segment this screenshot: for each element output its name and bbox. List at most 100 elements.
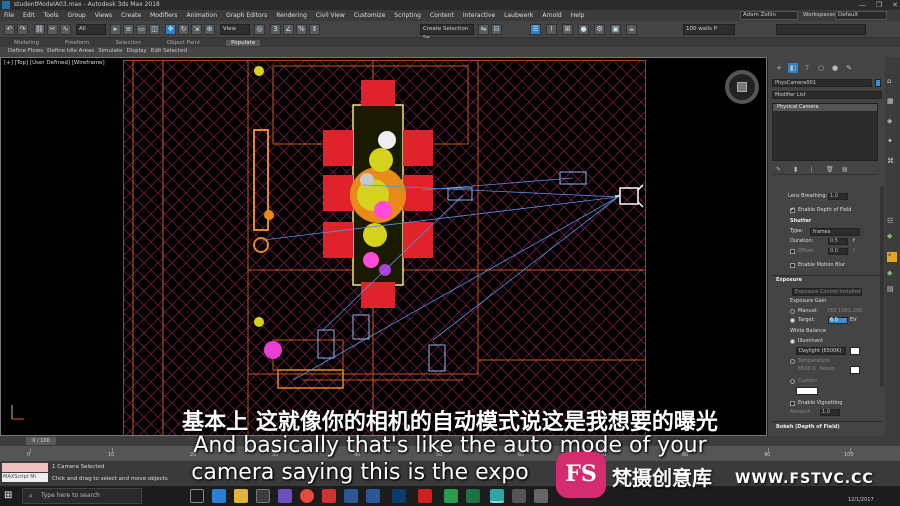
spinner-snap-icon[interactable]: ⇕ (309, 24, 320, 35)
duration-spinner[interactable]: 0.5 (828, 238, 848, 245)
stack-item-physical-camera[interactable]: Physical Camera (773, 104, 877, 111)
menu-file[interactable]: File (4, 12, 14, 19)
shutter-type-dropdown[interactable]: frames (810, 228, 860, 236)
snap-toggle-icon[interactable]: 3 (270, 24, 281, 35)
lens-breathing-spinner[interactable]: 1.0 (828, 193, 848, 200)
menu-customize[interactable]: Customize (354, 12, 386, 19)
close-button[interactable]: ✕ (892, 0, 898, 10)
strip-tool-1-icon[interactable]: ⌂ (887, 77, 897, 87)
modifier-stack[interactable]: Physical Camera (772, 103, 878, 161)
select-rotate-icon[interactable]: ↻ (178, 24, 189, 35)
minimize-button[interactable]: — (859, 0, 866, 10)
target-radio[interactable] (790, 318, 795, 323)
angle-snap-icon[interactable]: ∠ (283, 24, 294, 35)
modifier-list-dropdown[interactable]: Modifier List (772, 91, 882, 99)
ribbon-simulate[interactable]: Simulate (98, 47, 122, 56)
strip-tool-8-icon[interactable]: ✧ (887, 252, 897, 262)
task-view-icon[interactable] (190, 489, 204, 503)
strip-tool-3-icon[interactable]: ◈ (887, 117, 897, 127)
select-by-name-icon[interactable]: ≡ (123, 24, 134, 35)
menu-edit[interactable]: Edit (23, 12, 35, 19)
scene-explorer-icon[interactable]: ☰ (530, 24, 541, 35)
render-production-icon[interactable]: ☕ (626, 24, 637, 35)
illuminant-color-swatch[interactable] (850, 347, 860, 355)
remove-modifier-icon[interactable]: 🗑 (826, 166, 834, 173)
exposure-rollout-header[interactable]: Exposure (776, 277, 802, 284)
manual-radio[interactable] (790, 309, 795, 314)
window-crossing-icon[interactable]: ◫ (149, 24, 160, 35)
curve-editor-icon[interactable]: ⌇ (546, 24, 557, 35)
select-move-icon[interactable]: ✥ (165, 24, 176, 35)
ribbon-define-flows[interactable]: Define Flows (8, 47, 43, 56)
temperature-radio[interactable] (790, 359, 795, 364)
illuminant-radio[interactable] (790, 339, 795, 344)
select-place-icon[interactable]: ⊕ (204, 24, 215, 35)
custom-color-swatch[interactable] (796, 387, 818, 395)
strip-tool-2-icon[interactable]: ▦ (887, 97, 897, 107)
tab-modeling[interactable]: Modeling (14, 40, 39, 46)
object-name-field[interactable]: PhysCamera001 (772, 79, 872, 87)
pin-stack-icon[interactable]: ✎ (776, 166, 781, 173)
walls-field[interactable]: 100 walls P (683, 24, 735, 35)
bind-space-warp-icon[interactable]: ∿ (60, 24, 71, 35)
tab-populate[interactable]: Populate (226, 39, 261, 46)
strip-tool-6-icon[interactable]: ☷ (887, 217, 897, 227)
excel-icon[interactable] (466, 489, 480, 503)
rect-selection-icon[interactable]: ▭ (136, 24, 147, 35)
render-setup-icon[interactable]: ⚙ (594, 24, 605, 35)
select-scale-icon[interactable]: ⇲ (191, 24, 202, 35)
utilities-tab-icon[interactable]: ✎ (844, 63, 854, 73)
schematic-view-icon[interactable]: ⊞ (562, 24, 573, 35)
menu-content[interactable]: Content (430, 12, 454, 19)
unlink-icon[interactable]: ✂ (47, 24, 58, 35)
mirror-icon[interactable]: ⇋ (478, 24, 489, 35)
pivot-center-icon[interactable]: ◎ (254, 24, 265, 35)
selection-filter-dropdown[interactable]: All (76, 24, 106, 35)
named-selection-dropdown[interactable]: Create Selection Se (420, 24, 474, 41)
toolbar-empty-field[interactable] (776, 24, 866, 35)
ribbon-display[interactable]: Display (126, 47, 146, 56)
photoshop-icon[interactable] (392, 489, 406, 503)
target-ev-spinner[interactable]: 6.0 (828, 317, 848, 324)
top-viewport[interactable]: [+] [Top] [User Defined] [Wireframe] (0, 57, 767, 436)
align-icon[interactable]: ⊟ (491, 24, 502, 35)
enable-motion-blur-checkbox[interactable] (790, 263, 795, 268)
redo-icon[interactable]: ↷ (17, 24, 28, 35)
menu-animation[interactable]: Animation (186, 12, 217, 19)
configure-sets-icon[interactable]: ▤ (842, 166, 848, 173)
exposure-control-installed-button[interactable]: Exposure Control Installed (792, 288, 862, 296)
viewport-label[interactable]: [+] [Top] [User Defined] [Wireframe] (4, 60, 105, 66)
menu-scripting[interactable]: Scripting (394, 12, 421, 19)
select-object-icon[interactable]: ▸ (110, 24, 121, 35)
ribbon-define-idle-areas[interactable]: Define Idle Areas (47, 47, 94, 56)
offset-spinner[interactable]: 0.0 (828, 248, 848, 255)
app-icon-3[interactable] (366, 489, 380, 503)
viewcube-icon[interactable] (725, 70, 759, 104)
windows-start-icon[interactable]: ⊞ (4, 490, 16, 502)
strip-tool-10-icon[interactable]: ▤ (887, 285, 897, 295)
menu-laubwerk[interactable]: Laubwerk (504, 12, 533, 19)
menu-create[interactable]: Create (121, 12, 141, 19)
material-editor-icon[interactable]: ● (578, 24, 589, 35)
app-icon-1[interactable] (278, 489, 292, 503)
menu-group[interactable]: Group (67, 12, 85, 19)
app-icon-5[interactable] (444, 489, 458, 503)
wireframe-scene[interactable] (123, 60, 646, 436)
chrome-icon[interactable] (300, 489, 314, 503)
create-tab-icon[interactable]: + (774, 63, 784, 73)
undo-icon[interactable]: ↶ (4, 24, 15, 35)
menu-help[interactable]: Help (571, 12, 585, 19)
menu-modifiers[interactable]: Modifiers (150, 12, 177, 19)
app-icon-6[interactable] (512, 489, 526, 503)
workspace-dropdown[interactable]: Default (835, 11, 887, 20)
hierarchy-tab-icon[interactable]: ⊤ (802, 63, 812, 73)
app-icon-7[interactable] (534, 489, 548, 503)
motion-tab-icon[interactable]: ○ (816, 63, 826, 73)
make-unique-icon[interactable]: ∣ (810, 166, 813, 173)
menu-graph-editors[interactable]: Graph Editors (226, 12, 267, 19)
app-icon-2[interactable] (322, 489, 336, 503)
reference-coord-dropdown[interactable]: View (220, 24, 250, 35)
menu-civil-view[interactable]: Civil View (316, 12, 345, 19)
strip-tool-9-icon[interactable]: ◆ (887, 269, 897, 279)
tab-selection[interactable]: Selection (116, 40, 141, 46)
